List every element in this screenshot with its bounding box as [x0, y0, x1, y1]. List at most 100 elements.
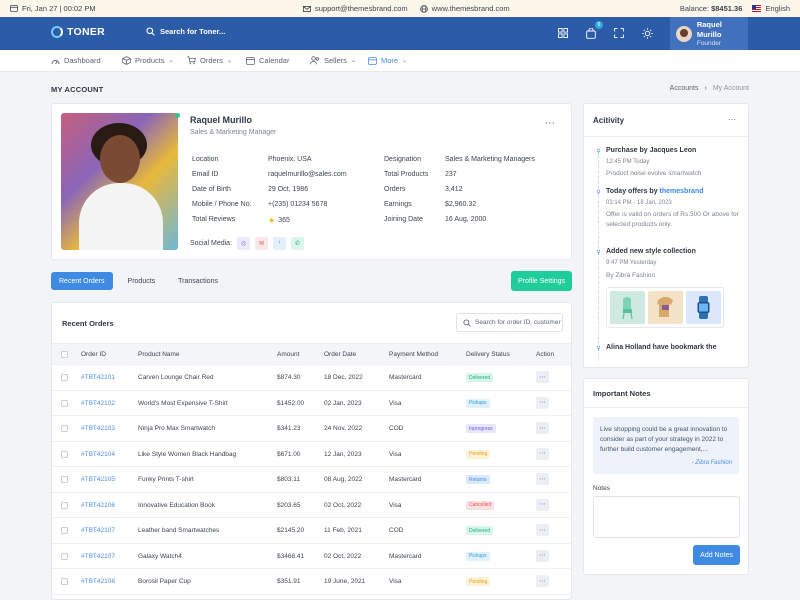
- row-checkbox[interactable]: [61, 399, 68, 407]
- row-checkbox[interactable]: [61, 425, 68, 432]
- col-order-date[interactable]: Order Date: [324, 351, 356, 358]
- col-amount[interactable]: Amount: [277, 351, 299, 358]
- important-notes-card: Important Notes Live shopping could be a…: [583, 378, 749, 575]
- social-media: Social Media: ◎ ✉ ᵗ ✆: [190, 237, 305, 250]
- nav-calendar-label: Calendar: [259, 56, 290, 65]
- amount: $2145.20: [277, 527, 305, 534]
- more-menu-icon[interactable]: ⋯: [728, 115, 736, 124]
- product-thumbnail-watch[interactable]: [686, 291, 721, 324]
- order-id-link[interactable]: #TBT42102: [81, 400, 115, 407]
- dribbble-icon[interactable]: ◎: [237, 237, 251, 250]
- order-date: 08 Aug, 2022: [324, 476, 363, 483]
- order-id-link[interactable]: #TBT42103: [81, 425, 115, 432]
- row-checkbox[interactable]: [61, 374, 68, 381]
- product-name: Leather band Smartwatches: [138, 527, 220, 534]
- row-checkbox[interactable]: [61, 578, 68, 585]
- chevron-down-icon: ⌄: [350, 58, 356, 64]
- twitter-icon[interactable]: ᵗ: [273, 237, 287, 250]
- order-search-input[interactable]: Search for order ID, customer: [456, 313, 563, 332]
- row-action-button[interactable]: ⋯: [536, 524, 549, 536]
- field-value: $2,960.32: [445, 201, 477, 208]
- row-action-button[interactable]: ⋯: [536, 498, 549, 511]
- product-name: Galaxy Watch4: [138, 552, 182, 560]
- row-action-button[interactable]: ⋯: [536, 473, 549, 485]
- table-row: #TBT42104 Like Style Women Black Handbag $…: [52, 442, 571, 467]
- product-thumbnail-shirt[interactable]: [648, 291, 683, 324]
- status-badge: Pending: [466, 577, 491, 586]
- select-all-checkbox[interactable]: [61, 351, 68, 358]
- row-checkbox[interactable]: [61, 450, 68, 458]
- order-id-link[interactable]: #TBT42104: [81, 451, 115, 458]
- website-link[interactable]: www.themesbrand.com: [419, 4, 510, 13]
- row-action-button[interactable]: ⋯: [536, 371, 549, 383]
- header-search[interactable]: Search for Toner...: [146, 27, 225, 36]
- whatsapp-icon[interactable]: ✆: [291, 237, 305, 250]
- language-label: English: [765, 4, 790, 13]
- product-thumbnail-chair[interactable]: [610, 291, 645, 324]
- row-checkbox[interactable]: [61, 501, 68, 509]
- field-label: Orders: [384, 186, 406, 193]
- more-menu-icon[interactable]: ⋯: [545, 118, 555, 129]
- breadcrumb-accounts[interactable]: Accounts: [670, 85, 699, 92]
- amount: $3468.41: [277, 552, 305, 560]
- col-product-name[interactable]: Product Name: [138, 351, 180, 358]
- col-order-id[interactable]: Order ID: [81, 351, 106, 358]
- mail-icon[interactable]: ✉: [255, 237, 269, 250]
- profile-settings-button[interactable]: Profile Settings: [511, 271, 572, 291]
- row-checkbox[interactable]: [61, 476, 68, 483]
- payment-method: Visa: [389, 501, 402, 509]
- col-delivery-status[interactable]: Delivery Status: [466, 351, 510, 358]
- nav-calendar[interactable]: Calendar: [246, 56, 289, 65]
- row-action-button[interactable]: ⋯: [536, 447, 549, 460]
- cart-icon: [187, 56, 196, 65]
- order-id-link[interactable]: #TBT42107: [81, 527, 115, 534]
- search-icon: [146, 27, 155, 36]
- activity-card: Acitivity ⋯ ⚲ Purchase by Jacques Leon 1…: [583, 103, 749, 368]
- col-payment-method[interactable]: Payment Method: [389, 351, 438, 358]
- note-quote-author: - Zibra Fashion: [691, 460, 732, 466]
- language-selector[interactable]: English: [752, 4, 790, 13]
- support-email[interactable]: support@themesbrand.com: [303, 4, 408, 13]
- logo-icon: [51, 26, 63, 38]
- row-action-button[interactable]: ⋯: [536, 422, 549, 434]
- order-id-link[interactable]: #TBT42108: [81, 578, 115, 585]
- notes-textarea[interactable]: [593, 496, 740, 538]
- nav-orders[interactable]: Orders ⌄: [187, 56, 232, 65]
- order-id-link[interactable]: #TBT42101: [81, 374, 115, 381]
- row-checkbox[interactable]: [61, 552, 68, 560]
- order-id-link[interactable]: #TBT42105: [81, 476, 115, 483]
- tab-products[interactable]: Products: [120, 272, 164, 290]
- theme-toggle-sun-icon[interactable]: [640, 26, 654, 40]
- nav-more[interactable]: More ⌄: [368, 56, 407, 65]
- row-action-button[interactable]: ⋯: [536, 549, 549, 562]
- apps-grid-icon[interactable]: [556, 26, 570, 40]
- payment-method: Visa: [389, 450, 402, 458]
- fullscreen-icon[interactable]: [612, 26, 626, 40]
- status-badge: Returns: [466, 475, 490, 484]
- user-menu[interactable]: Raquel Murillo Founder: [670, 17, 748, 50]
- logo[interactable]: TONER: [51, 26, 105, 38]
- cart-button[interactable]: 6: [584, 21, 603, 40]
- row-action-button[interactable]: ⋯: [536, 396, 549, 409]
- row-action-button[interactable]: ⋯: [536, 575, 549, 587]
- order-id-link[interactable]: #TBT42106: [81, 502, 115, 509]
- add-notes-button[interactable]: Add Notes: [693, 545, 740, 565]
- table-row: #TBT42108 Borosil Paper Cup $351.91 19 June…: [52, 569, 571, 595]
- order-date: 12 Jan, 2023: [324, 450, 362, 458]
- tab-transactions[interactable]: Transactions: [170, 272, 226, 290]
- nav-sellers[interactable]: Sellers ⌄: [310, 56, 356, 65]
- calendar-icon: [246, 57, 255, 65]
- order-date: 02 Oct, 2022: [324, 501, 362, 509]
- online-status-dot: [175, 113, 180, 118]
- nav-products[interactable]: Products ⌄: [122, 56, 174, 65]
- themesbrand-link[interactable]: themesbrand: [660, 188, 704, 195]
- tab-recent-orders[interactable]: Recent Orders: [51, 272, 113, 290]
- nav-dashboard[interactable]: Dashboard: [51, 56, 101, 65]
- activity-event-time: 03:14 PM - 18 Jan, 2023: [606, 200, 672, 206]
- col-action: Action: [536, 351, 555, 358]
- field-label: Total Products: [384, 171, 429, 178]
- order-id-link[interactable]: #TBT42107: [81, 553, 115, 560]
- status-badge: Delivered: [466, 373, 494, 382]
- row-checkbox[interactable]: [61, 527, 68, 534]
- note-quote: Live shopping could be a great innovatio…: [593, 417, 739, 474]
